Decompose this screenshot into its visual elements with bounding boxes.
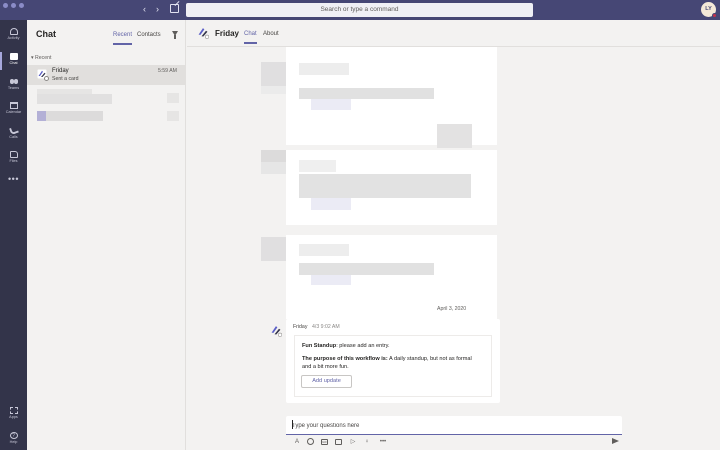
tab-about[interactable]: About [263, 31, 279, 37]
redacted-chat-item [167, 111, 179, 121]
appbar-calls[interactable]: Calls [0, 123, 27, 147]
window-minimize-button[interactable] [11, 3, 16, 8]
redacted-block [261, 162, 286, 174]
date-divider: April 3, 2020 [437, 306, 467, 312]
redacted-avatar [261, 62, 286, 86]
presence-indicator [712, 13, 717, 18]
redacted-avatar [37, 111, 46, 121]
bot-avatar-icon [271, 326, 282, 337]
more-icon: ••• [8, 174, 19, 184]
adaptive-card: Fun Standup: please add an entry. The pu… [294, 335, 492, 397]
window-zoom-button[interactable] [19, 3, 24, 8]
redacted-block [286, 225, 497, 235]
redacted-block [299, 88, 434, 99]
appbar-label: Activity [7, 36, 20, 40]
more-icon[interactable]: ••• [377, 438, 389, 446]
redacted-block [311, 99, 351, 110]
redacted-block [299, 244, 349, 256]
redacted-avatar [261, 150, 286, 162]
chat-list-item[interactable]: Friday 5:59 AM Sent a card [27, 65, 185, 85]
tab-contacts[interactable]: Contacts [137, 32, 161, 38]
chat-item-preview: Sent a card [52, 76, 79, 82]
add-update-button[interactable]: Add update [301, 375, 352, 388]
redacted-chat-item [37, 94, 112, 104]
appbar-label: Calls [9, 135, 18, 139]
card-title-rest: : please add an entry. [336, 343, 390, 349]
appbar-apps[interactable]: Apps [0, 403, 27, 427]
appbar-teams[interactable]: Teams [0, 74, 27, 98]
help-icon: ? [9, 432, 18, 439]
redacted-block [299, 174, 471, 198]
apps-icon [9, 407, 18, 414]
card-title: Fun Standup [302, 343, 337, 349]
conversation-pane: Friday Chat About April 3, 2020 Friday 4… [187, 20, 720, 450]
appbar-files[interactable]: Files [0, 147, 27, 171]
appbar-help[interactable]: ? Help [0, 428, 27, 450]
filter-icon[interactable] [172, 31, 178, 39]
emoji-icon[interactable] [307, 438, 314, 445]
chevron-left-icon[interactable]: ‹ [143, 4, 146, 14]
search-input[interactable]: Search or type a command [186, 3, 533, 17]
chat-list-title: Chat [36, 29, 56, 39]
card-description-label: The purpose of this workflow is: [302, 356, 388, 362]
appbar-activity[interactable]: Activity [0, 24, 27, 48]
appbar-calendar[interactable]: Calendar [0, 98, 27, 122]
appbar-more[interactable]: ••• [0, 173, 27, 197]
meet-icon[interactable]: ▷ [349, 438, 357, 446]
message-timestamp: 4/3 9:02 AM [312, 324, 340, 330]
conversation-title: Friday [215, 29, 240, 38]
redacted-chat-item [37, 111, 103, 121]
compose-icon[interactable] [170, 4, 179, 13]
conversation-header: Friday Chat About [187, 20, 720, 47]
section-toggle[interactable]: ▾ Recent [31, 55, 51, 61]
title-bar: ‹ › Search or type a command LY [0, 0, 720, 20]
chat-icon [9, 53, 18, 60]
user-avatar[interactable]: LY [701, 2, 717, 18]
message-input[interactable] [292, 420, 612, 431]
window-close-button[interactable] [3, 3, 8, 8]
gif-icon[interactable]: GIF [321, 439, 328, 445]
tab-chat[interactable]: Chat [244, 31, 257, 44]
redacted-block [311, 198, 351, 210]
redacted-block [299, 63, 349, 75]
presence-indicator [44, 76, 49, 81]
appbar-label: Apps [9, 415, 18, 419]
appbar-label: Files [9, 159, 18, 163]
chevron-right-icon[interactable]: › [156, 4, 159, 14]
bell-icon [9, 28, 18, 35]
redacted-block [261, 86, 286, 94]
chat-item-name: Friday [52, 68, 69, 74]
format-icon[interactable]: A [293, 438, 301, 446]
appbar-label: Teams [7, 86, 20, 90]
redacted-block [299, 263, 434, 275]
card-title-line: Fun Standup: please add an entry. [302, 343, 390, 349]
redacted-block [437, 124, 472, 148]
compose-box[interactable] [286, 416, 622, 435]
calendar-icon [9, 102, 18, 109]
chat-item-time: 5:59 AM [157, 68, 177, 74]
file-icon [9, 151, 18, 158]
sticker-icon[interactable] [335, 439, 342, 445]
message-card: Friday 4/3 9:02 AM Fun Standup: please a… [286, 319, 500, 403]
app-bar: Activity Chat Teams Calendar Calls Files… [0, 20, 27, 450]
send-icon[interactable] [612, 438, 619, 444]
appbar-label: Calendar [5, 110, 22, 114]
card-description: The purpose of this workflow is: A daily… [302, 355, 482, 371]
chat-list-pane: Chat Recent Contacts ▾ Recent Friday 5:5… [27, 20, 186, 450]
appbar-label: Help [9, 440, 18, 444]
phone-icon [8, 125, 19, 136]
teams-icon [9, 78, 18, 85]
message-sender: Friday [293, 324, 308, 330]
redacted-block [311, 275, 351, 285]
user-initials: LY [705, 6, 712, 12]
redacted-chat-item [167, 93, 179, 103]
praise-icon[interactable]: ♀ [363, 438, 371, 446]
appbar-chat[interactable]: Chat [0, 49, 27, 73]
appbar-label: Chat [9, 61, 18, 65]
bot-avatar-icon [198, 28, 209, 39]
redacted-block [299, 160, 336, 172]
section-label: Recent [35, 55, 52, 61]
tab-recent[interactable]: Recent [113, 32, 133, 45]
redacted-avatar [261, 237, 286, 261]
